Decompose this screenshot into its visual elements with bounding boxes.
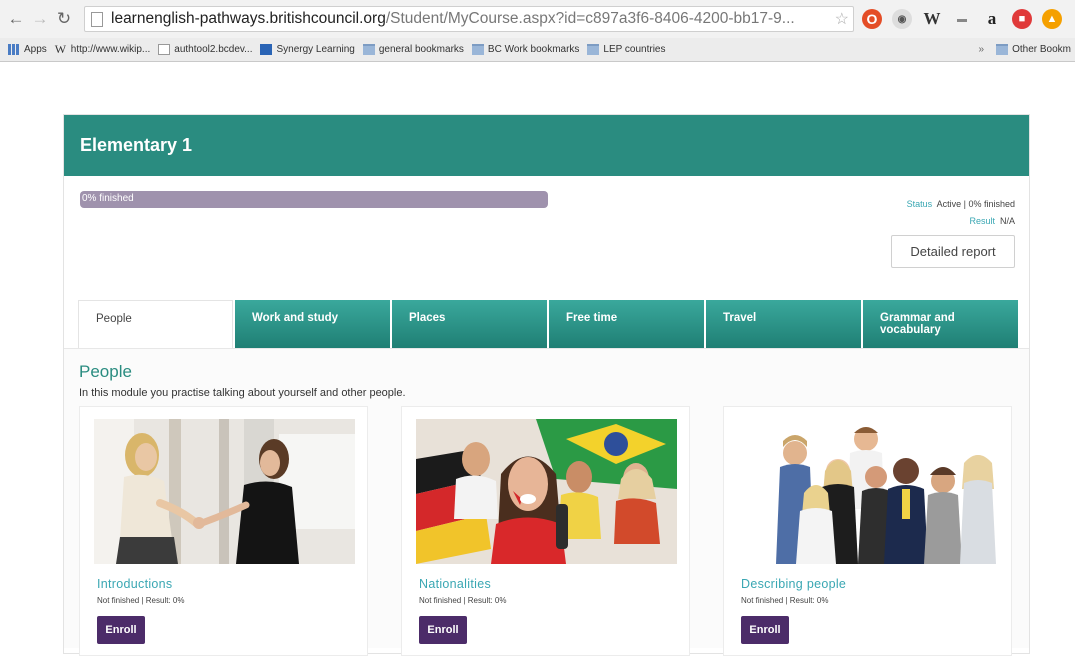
result-key: Result [969, 216, 995, 226]
page-icon [91, 11, 103, 27]
bookmark-wikipedia[interactable]: Whttp://www.wikip... [55, 42, 150, 57]
lesson-title[interactable]: Introductions [97, 577, 172, 591]
status-value: Active | 0% finished [936, 199, 1015, 209]
bookmark-authtool[interactable]: authtool2.bcdev... [158, 44, 252, 55]
bookmark-synergy[interactable]: Synergy Learning [260, 44, 355, 55]
extension-icons: O ◉ W ▬ a ■ ▲ [862, 9, 1062, 29]
lesson-image-handshake[interactable] [94, 419, 355, 564]
lesson-meta: Not finished | Result: 0% [741, 596, 829, 605]
enroll-button[interactable]: Enroll [97, 616, 145, 644]
url-host: learnenglish-pathways.britishcouncil.org [111, 10, 386, 27]
progress-bar: 0% finished [80, 191, 548, 208]
tab-places[interactable]: Places [392, 300, 547, 348]
tab-travel[interactable]: Travel [706, 300, 861, 348]
module-section: People In this module you practise talki… [64, 348, 1029, 656]
wikipedia-icon: W [54, 42, 67, 56]
detailed-report-button[interactable]: Detailed report [891, 235, 1015, 268]
course-status: Status Active | 0% finished Result N/A [907, 196, 1015, 230]
module-description: In this module you practise talking abou… [79, 387, 406, 399]
stop-extension-icon[interactable]: ■ [1012, 9, 1032, 29]
bookmark-label: LEP countries [603, 44, 666, 55]
address-bar[interactable]: learnenglish-pathways.britishcouncil.org… [84, 6, 854, 32]
forward-icon[interactable]: → [30, 9, 50, 29]
lesson-title[interactable]: Nationalities [419, 577, 491, 591]
tab-free-time[interactable]: Free time [549, 300, 704, 348]
status-key: Status [906, 199, 933, 209]
chevron-icon[interactable]: » [979, 44, 985, 55]
bookmark-folder-general[interactable]: general bookmarks [362, 44, 464, 55]
url-path: /Student/MyCourse.aspx?id=c897a3f6-8406-… [385, 10, 795, 27]
lesson-image-group[interactable] [738, 419, 999, 564]
reload-icon[interactable]: ↻ [54, 9, 74, 29]
enroll-button[interactable]: Enroll [741, 616, 789, 644]
bookmark-label: general bookmarks [378, 44, 464, 55]
folder-icon [471, 44, 484, 55]
bookmark-label: Apps [24, 44, 47, 55]
extension-icon[interactable]: ◉ [892, 9, 912, 29]
lesson-card-describing-people: Describing people Not finished | Result:… [723, 406, 1012, 656]
bookmark-label: authtool2.bcdev... [174, 44, 253, 55]
enroll-button[interactable]: Enroll [419, 616, 467, 644]
tab-work-and-study[interactable]: Work and study [235, 300, 390, 348]
amazon-icon[interactable]: a [982, 9, 1002, 29]
lesson-meta: Not finished | Result: 0% [419, 596, 507, 605]
bookmark-label: Other Bookm [1012, 44, 1071, 55]
course-title: Elementary 1 [80, 135, 193, 155]
bookmark-star-icon[interactable]: ☆ [835, 9, 849, 29]
apps-icon [8, 44, 20, 55]
bookmark-label: BC Work bookmarks [487, 44, 580, 55]
module-tabs: People Work and study Places Free time T… [78, 300, 1018, 348]
back-icon[interactable]: ← [6, 9, 26, 29]
bookmark-folder-bc-work[interactable]: BC Work bookmarks [471, 44, 580, 55]
fire-extension-icon[interactable]: ▲ [1042, 9, 1062, 29]
synergy-icon [260, 44, 273, 55]
bookmark-folder-lep[interactable]: LEP countries [587, 44, 666, 55]
bookmark-label: Synergy Learning [276, 44, 355, 55]
lesson-card-nationalities: Nationalities Not finished | Result: 0% … [401, 406, 690, 656]
course-panel: Elementary 1 0% finished Status Active |… [63, 114, 1030, 656]
bookmark-label: http://www.wikip... [70, 44, 151, 55]
lesson-title[interactable]: Describing people [741, 577, 846, 591]
lesson-card-introductions: Introductions Not finished | Result: 0% … [79, 406, 368, 656]
opera-icon[interactable]: O [862, 9, 882, 29]
tab-grammar-and-vocabulary[interactable]: Grammar and vocabulary [863, 300, 1018, 348]
bookmarks-bar: Apps Whttp://www.wikip... authtool2.bcde… [0, 38, 1075, 62]
folder-icon [587, 44, 600, 55]
tab-people[interactable]: People [78, 300, 233, 348]
lesson-meta: Not finished | Result: 0% [97, 596, 185, 605]
page-icon [158, 44, 171, 55]
course-header: Elementary 1 [64, 115, 1029, 176]
result-value: N/A [999, 216, 1015, 226]
browser-toolbar: ← → ↻ learnenglish-pathways.britishcounc… [0, 0, 1075, 38]
lesson-image-fans[interactable] [416, 419, 677, 564]
progress-label: 0% finished [82, 193, 134, 204]
folder-icon [996, 44, 1009, 55]
folder-icon [362, 44, 375, 55]
bookmark-apps[interactable]: Apps [8, 44, 47, 55]
wikipedia-icon[interactable]: W [922, 9, 942, 29]
bookmark-other[interactable]: » Other Bookm [979, 44, 1071, 55]
module-title: People [79, 362, 132, 381]
minimize-extension-icon[interactable]: ▬ [952, 9, 972, 29]
